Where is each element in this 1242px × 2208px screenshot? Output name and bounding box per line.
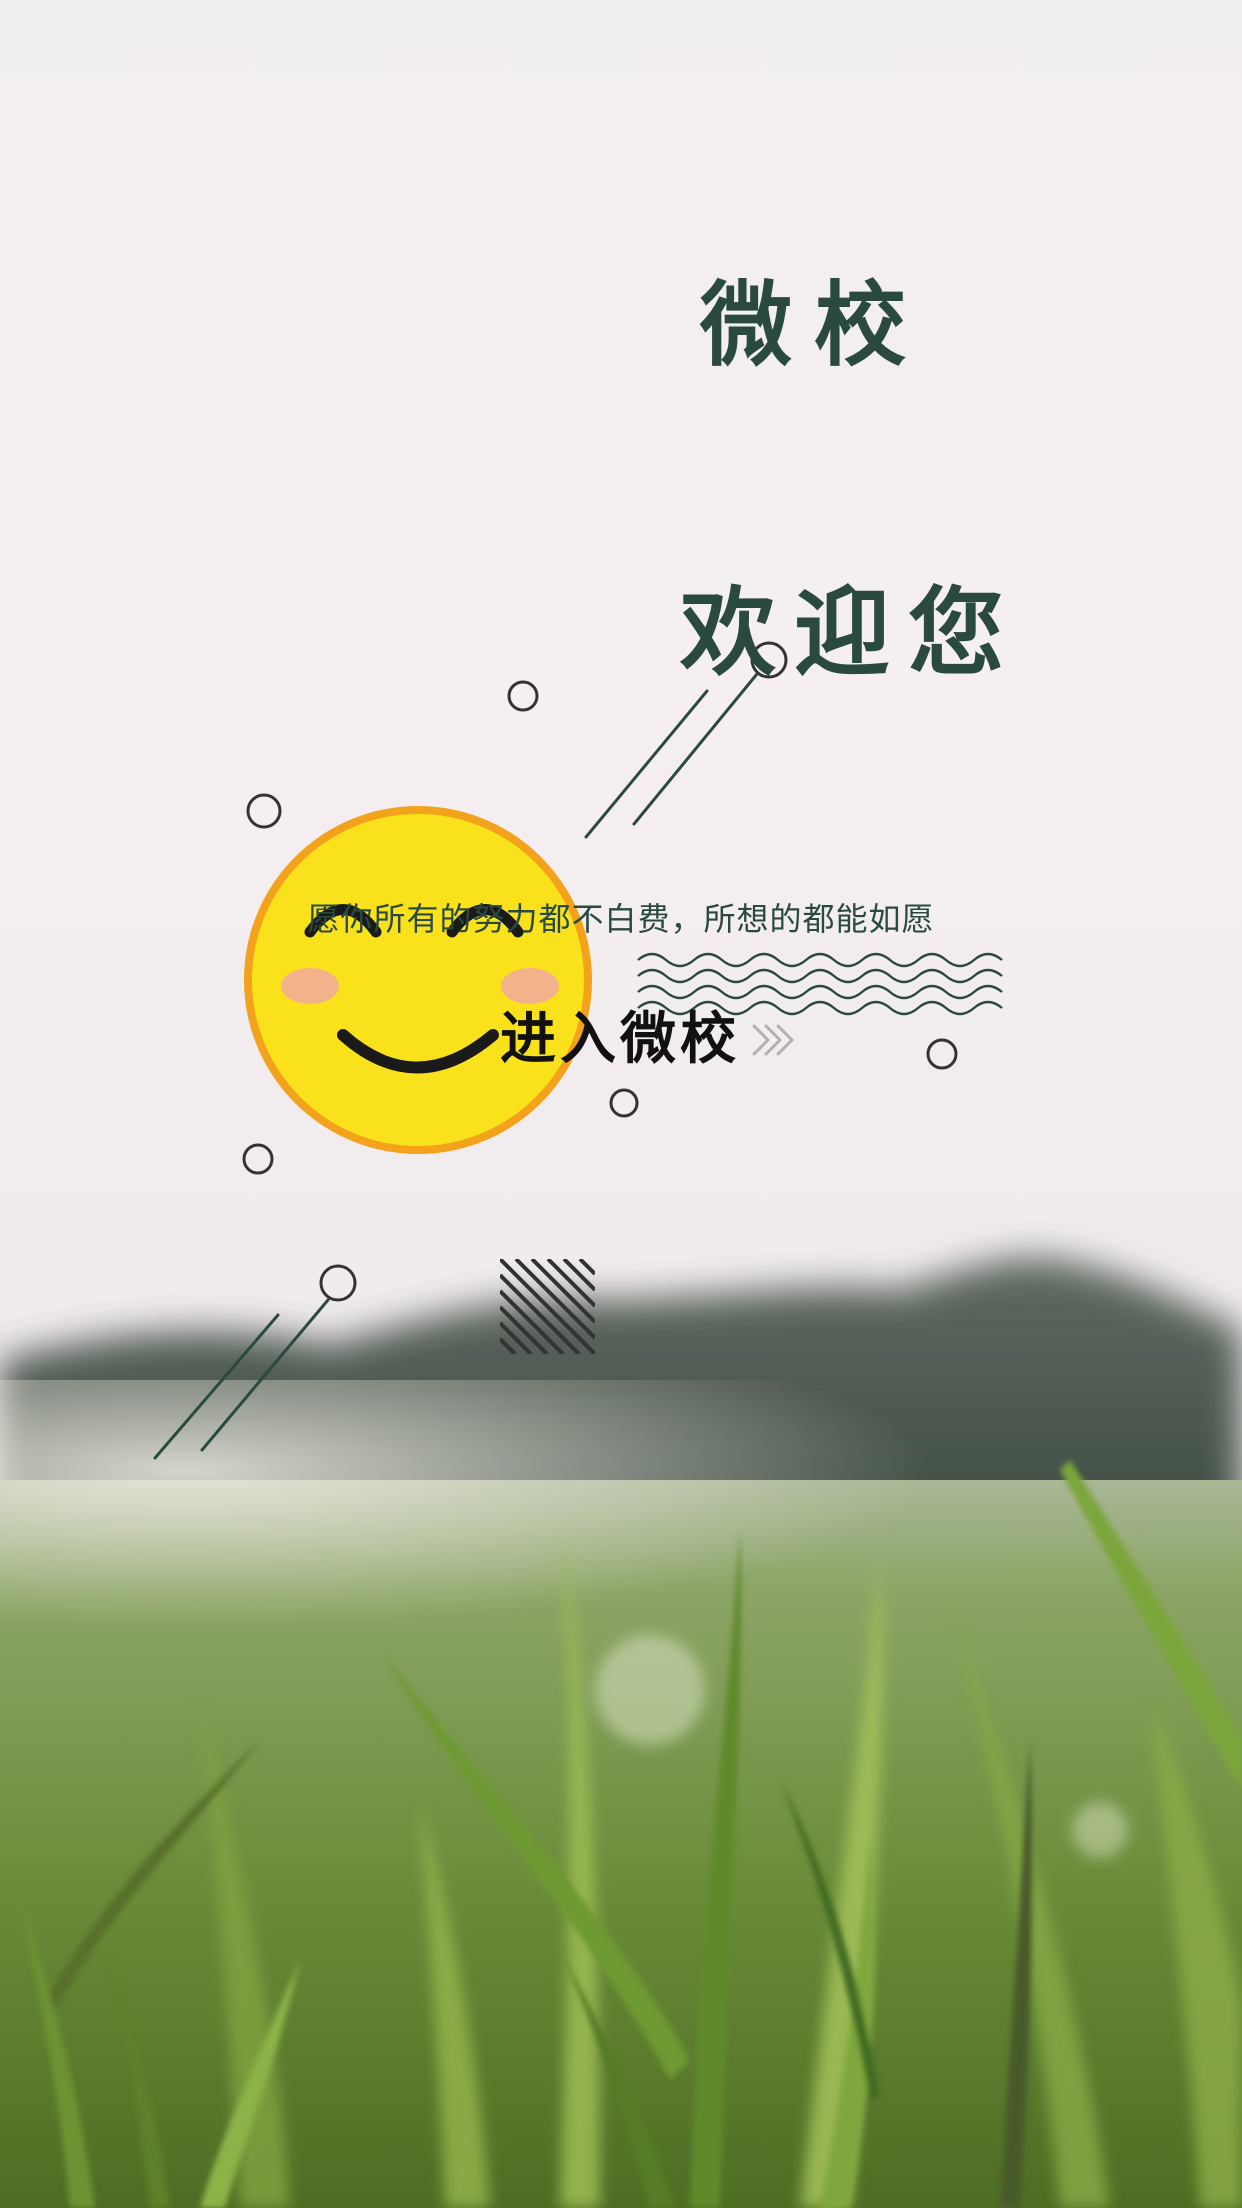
welcome-screen: 微校 欢迎您 愿你所有的努力都不白费，所想的都能如愿 进入微校 <box>0 0 1242 2208</box>
decor-hatched-square <box>500 1259 595 1354</box>
enter-button-label: 进入微校 <box>500 1007 740 1072</box>
smiley-face-icon <box>244 806 592 1154</box>
app-title: 微校 <box>700 272 929 379</box>
decor-circle <box>507 680 539 712</box>
double-chevron-right-icon <box>752 1024 794 1056</box>
decor-circle <box>926 1038 958 1070</box>
decor-circle <box>246 793 282 829</box>
slogan-text: 愿你所有的努力都不白费，所想的都能如愿 <box>307 900 935 938</box>
enter-button[interactable]: 进入微校 <box>500 1000 798 1080</box>
decor-circle <box>609 1088 639 1118</box>
decor-diagonal-lines-top <box>584 672 759 839</box>
decor-diagonal-lines-bottom <box>153 1298 330 1460</box>
decor-circle <box>319 1264 357 1302</box>
decoration-layer <box>153 641 1003 1460</box>
decor-circle <box>242 1143 274 1175</box>
welcome-title: 欢迎您 <box>680 577 1022 689</box>
